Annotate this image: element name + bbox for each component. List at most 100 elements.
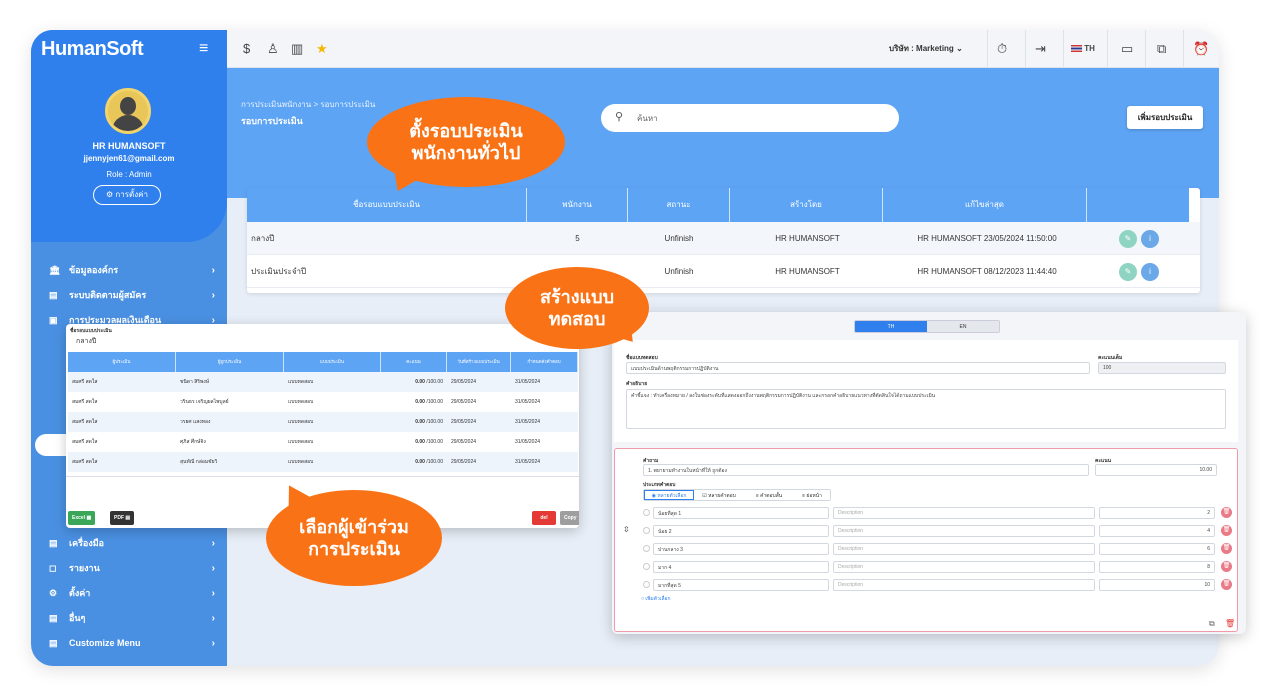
delete-option-icon[interactable]: 🗑 [1221,525,1232,536]
full-score-field[interactable]: 100 [1098,362,1226,374]
column-header[interactable]: วันที่สร้างแบบประเมิน [447,352,511,372]
tab-en[interactable]: EN [927,321,999,332]
participant-row[interactable]: สมศรี สดใส ศุภิส ศึกษ์จิง แบบทดสอบ 0.00 /10… [68,432,578,452]
answer-type-multiple-choice[interactable]: ◉ หลายตัวเลือก [644,490,694,500]
score-value: 0.00 [415,399,425,405]
option-label-field[interactable]: น้อยที่สุด 1 [653,507,829,519]
info-icon[interactable]: i [1141,263,1159,281]
delete-button[interactable]: del [532,511,556,525]
option-description-field[interactable]: Description [833,525,1095,537]
search-input[interactable]: ⚲ ค้นหา [601,104,899,132]
description-field[interactable]: คำชี้แจง : ทำเครื่องหมาย / ลงในช่องระดับ… [626,389,1226,429]
company-select[interactable]: บริษัท : Marketing ⌄ [889,30,963,68]
column-header[interactable]: กำหนดส่งคำตอบ [511,352,578,372]
chat-icon[interactable]: ▭ [1121,30,1133,68]
delete-option-icon[interactable]: 🗑 [1221,543,1232,554]
column-header[interactable]: แบบประเมิน [284,352,381,372]
sidebar-item-recruitment[interactable]: ▤ ระบบติดตามผู้สมัคร › [31,283,227,308]
add-option-link[interactable]: ○ เพิ่มตัวเลือก [641,595,671,603]
login-icon[interactable]: ⇥ [1035,30,1046,68]
participant-cell-created: 29/05/2024 [451,419,477,425]
breadcrumb[interactable]: การประเมินพนักงาน > รอบการประเมิน [241,98,375,111]
column-header[interactable]: ชื่อรอบแบบประเมิน [247,188,527,222]
delete-option-icon[interactable]: 🗑 [1221,507,1232,518]
option-description-field[interactable]: Description [833,561,1095,573]
option-score-field[interactable]: 6 [1099,543,1215,555]
column-header[interactable]: แก้ไขล่าสุด [883,188,1087,222]
test-name-field[interactable]: แบบประเมินด้านพฤติกรรมการปฏิบัติงาน [626,362,1090,374]
round-name-value[interactable]: กลางปี [76,336,96,347]
sidebar-item-customize[interactable]: ▤ Customize Menu › [31,631,227,656]
delete-option-icon[interactable]: 🗑 [1221,579,1232,590]
sidebar-item-settings[interactable]: ⚙ ตั้งค่า › [31,581,227,606]
answer-type-paragraph[interactable]: ≡ ย่อหน้า [794,490,830,500]
column-header[interactable]: สถานะ [628,188,730,222]
option-label-field[interactable]: น้อย 2 [653,525,829,537]
timer-icon[interactable]: ⏱ [997,30,1007,68]
drag-handle-icon[interactable]: ⇳ [623,525,630,534]
copy-button[interactable]: Copy [560,511,579,525]
copy-icon[interactable]: ⧉ [1209,619,1215,629]
option-radio[interactable] [643,563,650,570]
dollar-icon[interactable]: $ [243,30,250,68]
sidebar-item-tools[interactable]: ▤ เครื่องมือ › [31,531,227,556]
columns-icon[interactable]: ▥ [291,30,303,68]
column-header[interactable]: ผู้ประเมิน [68,352,176,372]
sidebar-item-organization[interactable]: 🏛 ข้อมูลองค์กร › [31,258,227,283]
score-max: /100.00 [426,419,443,425]
score-field[interactable]: 10.00 [1095,464,1217,476]
excel-button[interactable]: Excel ▦ [68,511,96,525]
participant-cell-evaluator: สมศรี สดใส [72,459,98,465]
edit-icon[interactable]: ✎ [1119,263,1137,281]
option-score-field[interactable]: 2 [1099,507,1215,519]
tab-th[interactable]: TH [855,321,927,332]
answer-type-checkbox[interactable]: ☑ หลายคำตอบ [694,490,744,500]
participant-row[interactable]: สมศรี สดใส สุนทัณี กล่อมชัยวิ แบบทดสอบ 0.00… [68,452,578,472]
participant-cell-evaluator: สมศรี สดใส [72,399,98,405]
test-form-panel: TH EN ชื่อแบบทดสอบ แบบประเมินด้านพฤติกรร… [612,312,1246,634]
option-radio[interactable] [643,545,650,552]
option-description-field[interactable]: Description [833,507,1095,519]
profile-settings-button[interactable]: ⚙ การตั้งค่า [93,185,161,205]
language-select[interactable]: TH [1071,30,1095,68]
add-round-button[interactable]: เพิ่มรอบประเมิน [1127,106,1203,129]
column-header[interactable]: สร้างโดย [730,188,883,222]
column-header[interactable]: คะแนน [381,352,447,372]
participants-header: ผู้ประเมิน ผู้ถูกประเมิน แบบประเมิน คะแน… [68,352,578,372]
trash-icon[interactable]: 🗑 [1225,619,1235,628]
option-description-field[interactable]: Description [833,579,1095,591]
flag-icon [1071,45,1082,53]
user-icon[interactable]: ♙ [267,30,279,68]
option-label-field[interactable]: ปานกลาง 3 [653,543,829,555]
brand-logo[interactable]: HumanSoft [41,38,144,61]
option-radio[interactable] [643,527,650,534]
info-icon[interactable]: i [1141,230,1159,248]
sidebar-item-reports[interactable]: ◻ รายงาน › [31,556,227,581]
column-header[interactable]: พนักงาน [527,188,628,222]
question-field[interactable]: 1. พยายามทำงานในหน้าที่ให้ ถูกต้อง [643,464,1089,476]
participant-row[interactable]: สมศรี สดใส วรินธร เจริญผลไพบูลย์ แบบทดสอบ 0… [68,392,578,412]
option-radio[interactable] [643,581,650,588]
option-label-field[interactable]: มาก 4 [653,561,829,573]
pdf-button[interactable]: PDF ▤ [110,511,135,525]
table-row[interactable]: กลางปี 5 Unfinish HR HUMANSOFT HR HUMANS… [247,222,1200,255]
column-header[interactable]: ผู้ถูกประเมิน [176,352,284,372]
delete-option-icon[interactable]: 🗑 [1221,561,1232,572]
option-score-field[interactable]: 8 [1099,561,1215,573]
alarm-icon[interactable]: ⏰ [1193,30,1209,68]
edit-icon[interactable]: ✎ [1119,230,1137,248]
participant-row[interactable]: สมศรี สดใส วรยศ แสงทอง แบบทดสอบ 0.00 /100.0… [68,412,578,432]
participant-row[interactable]: สมศรี สดใส ชนิดา สิริพงษ์ แบบทดสอบ 0.00 /10… [68,372,578,392]
option-label-field[interactable]: มากที่สุด 5 [653,579,829,591]
answer-type-short[interactable]: ≡ คำตอบสั้น [744,490,794,500]
hamburger-icon[interactable]: ≡ [199,40,208,58]
sidebar-item-others[interactable]: ▤ อื่นๆ › [31,606,227,631]
star-icon[interactable]: ★ [316,30,328,68]
avatar[interactable] [105,88,151,134]
add-window-icon[interactable]: ⧉ [1157,30,1166,68]
option-description-field[interactable]: Description [833,543,1095,555]
option-radio[interactable] [643,509,650,516]
option-score-field[interactable]: 10 [1099,579,1215,591]
option-score-field[interactable]: 4 [1099,525,1215,537]
table-row[interactable]: ประเมินประจำปี Unfinish HR HUMANSOFT HR … [247,255,1200,288]
